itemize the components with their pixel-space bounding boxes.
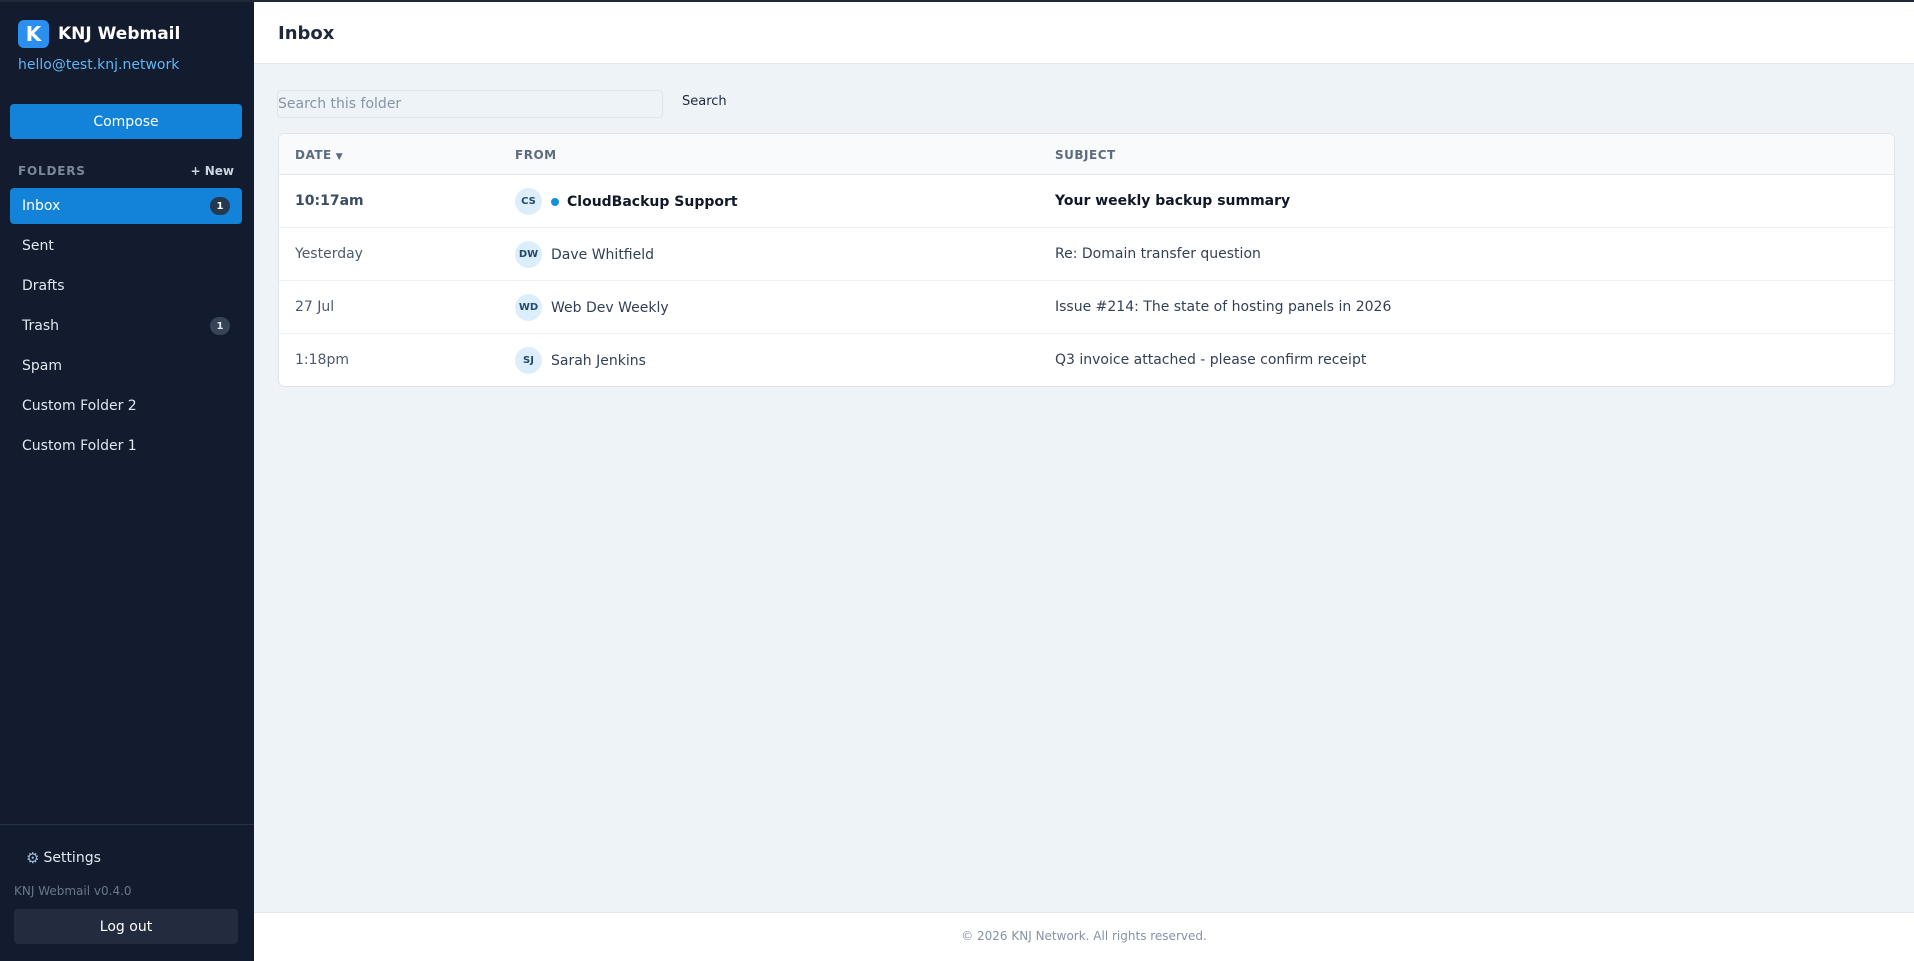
folders-header: FOLDERS + New: [18, 164, 234, 178]
sender-name: Dave Whitfield: [551, 246, 655, 263]
folder-label: Drafts: [22, 278, 65, 294]
message-from: WD Web Dev Weekly: [515, 294, 669, 321]
column-header-from[interactable]: FROM: [515, 148, 557, 162]
message-table: DATE ▼ FROM SUBJECT 10:17am CS CloudBacku…: [278, 133, 1895, 387]
gear-icon: ⚙: [26, 849, 40, 867]
sidebar-divider: [0, 824, 254, 825]
sidebar: K KNJ Webmail hello@test.knj.network Com…: [0, 0, 254, 961]
sender-name: Sarah Jenkins: [551, 352, 646, 369]
compose-button[interactable]: Compose: [10, 104, 242, 139]
message-row[interactable]: 1:18pm SJ Sarah Jenkins Q3 invoice attac…: [279, 334, 1894, 386]
new-folder-button[interactable]: + New: [191, 164, 235, 178]
message-subject: Your weekly backup summary: [1055, 193, 1291, 209]
sender-name: Web Dev Weekly: [551, 299, 669, 316]
message-from: CS CloudBackup Support: [515, 188, 738, 215]
brand[interactable]: K KNJ Webmail: [18, 20, 180, 48]
settings-label: Settings: [43, 850, 101, 866]
folders-label: FOLDERS: [18, 164, 86, 178]
window-top-border: [0, 0, 1914, 2]
message-date: 27 Jul: [295, 299, 335, 315]
folder-item-custom-folder-2[interactable]: Custom Folder 2: [10, 388, 242, 424]
unread-count-badge: 1: [210, 197, 230, 215]
avatar: SJ: [515, 347, 542, 374]
search-input[interactable]: [277, 90, 663, 118]
app-version: KNJ Webmail v0.4.0: [14, 884, 132, 898]
logout-button[interactable]: Log out: [14, 909, 238, 944]
message-date: Yesterday: [295, 246, 363, 262]
column-header-date[interactable]: DATE ▼: [295, 148, 343, 162]
sort-descending-icon: ▼: [335, 152, 344, 162]
message-subject: Q3 invoice attached - please confirm rec…: [1055, 352, 1367, 368]
app-name: KNJ Webmail: [58, 24, 181, 44]
folder-list: Inbox 1 Sent Drafts Trash 1 Spam Custom …: [10, 188, 242, 468]
account-email[interactable]: hello@test.knj.network: [18, 57, 179, 73]
message-row[interactable]: 10:17am CS CloudBackup Support Your week…: [279, 175, 1894, 228]
message-from: DW Dave Whitfield: [515, 241, 654, 268]
table-header: DATE ▼ FROM SUBJECT: [279, 134, 1894, 175]
folder-label: Trash: [22, 318, 59, 334]
message-date: 1:18pm: [295, 352, 349, 368]
unread-count-badge: 1: [210, 317, 230, 335]
folder-label: Inbox: [22, 198, 61, 214]
avatar: DW: [515, 241, 542, 268]
folder-item-drafts[interactable]: Drafts: [10, 268, 242, 304]
page-header: Inbox: [254, 2, 1914, 64]
folder-label: Spam: [22, 358, 62, 374]
copyright-text: © 2026 KNJ Network. All rights reserved.: [961, 929, 1207, 943]
folder-item-inbox[interactable]: Inbox 1: [10, 188, 242, 224]
folder-item-spam[interactable]: Spam: [10, 348, 242, 384]
folder-label: Sent: [22, 238, 54, 254]
message-row[interactable]: 27 Jul WD Web Dev Weekly Issue #214: The…: [279, 281, 1894, 334]
avatar: CS: [515, 188, 542, 215]
column-label: DATE: [295, 148, 332, 162]
logo-letter: K: [25, 22, 42, 46]
knj-logo-icon: K: [18, 20, 49, 48]
message-from: SJ Sarah Jenkins: [515, 347, 646, 374]
sender-name: CloudBackup Support: [567, 193, 738, 210]
message-date: 10:17am: [295, 193, 364, 209]
page-footer: © 2026 KNJ Network. All rights reserved.: [254, 912, 1914, 961]
message-subject: Re: Domain transfer question: [1055, 246, 1261, 262]
folder-item-trash[interactable]: Trash 1: [10, 308, 242, 344]
folder-item-sent[interactable]: Sent: [10, 228, 242, 264]
avatar: WD: [515, 294, 542, 321]
folder-label: Custom Folder 2: [22, 398, 137, 414]
folder-item-custom-folder-1[interactable]: Custom Folder 1: [10, 428, 242, 464]
message-subject: Issue #214: The state of hosting panels …: [1055, 299, 1392, 315]
page-title: Inbox: [278, 23, 335, 44]
column-header-subject[interactable]: SUBJECT: [1055, 148, 1116, 162]
search-button[interactable]: Search: [682, 94, 727, 109]
unread-dot-icon: [551, 197, 559, 206]
settings-link[interactable]: ⚙ Settings: [26, 849, 101, 867]
message-row[interactable]: Yesterday DW Dave Whitfield Re: Domain t…: [279, 228, 1894, 281]
folder-label: Custom Folder 1: [22, 438, 137, 454]
